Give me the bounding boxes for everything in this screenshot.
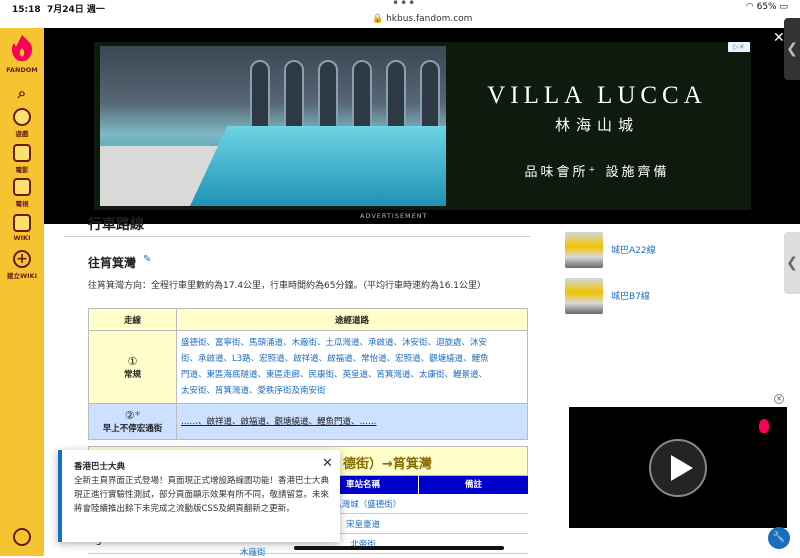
address-bar[interactable]: 🔒 hkbus.fandom.com	[0, 14, 800, 28]
rail-item-tv[interactable]: 電視	[0, 178, 44, 208]
section-divider	[64, 236, 530, 237]
ad-brand-title: VILLA LUCCA	[487, 82, 707, 109]
lock-icon: 🔒	[372, 14, 384, 24]
fandom-logo-icon	[10, 34, 34, 64]
route-variant-express: ②* 早上不停宏通街	[88, 403, 177, 440]
wrench-icon[interactable]: 🔧	[768, 527, 790, 549]
route-roads-express: ……、啟祥道、啟福道、觀塘繞道、鯉魚門道、……	[176, 403, 528, 440]
site-notice-toast: 香港巴士大典 ✕ 全新主頁界面正式登場！頁面現正式增設路線圖功能！香港巴士大典現…	[58, 450, 340, 542]
toast-title: 香港巴士大典	[74, 462, 126, 472]
url-text: 🔒 hkbus.fandom.com	[372, 14, 473, 24]
route-row-regular: ① 常規 盛德街、富寧街、馬頭涌道、木廠街、土瓜灣道、承啟道、沐安街、迴旋處、沐…	[88, 330, 528, 404]
fandom-home-link[interactable]: FANDOM	[0, 34, 44, 74]
user-icon	[13, 528, 31, 546]
street-link[interactable]: 木廠街	[240, 546, 266, 558]
chevron-left-icon: ❮	[786, 255, 798, 271]
related-route-a22[interactable]: 城巴A22線	[565, 232, 765, 270]
gamepad-icon	[13, 108, 31, 126]
rail-item-wiki[interactable]: WIKI	[0, 214, 44, 242]
fandom-brand-label: FANDOM	[6, 66, 38, 74]
ad-close-icon[interactable]: ✕	[773, 30, 785, 46]
film-icon	[13, 144, 31, 162]
bus-thumbnail	[565, 232, 603, 268]
status-right: ◠ 65% ▭	[745, 2, 788, 12]
ad-tagline: 品味會所⁺ 設施齊備	[524, 165, 670, 180]
book-icon	[13, 214, 31, 232]
ad-choices-icon[interactable]: ▷✕	[728, 42, 750, 52]
ad-brand-cn: 林海山城	[554, 116, 639, 134]
ad-label: ADVERTISEMENT	[360, 212, 428, 220]
ad-pool-image[interactable]	[100, 46, 446, 206]
edit-section-icon[interactable]: ✎	[143, 254, 151, 265]
col-remarks: 備註	[419, 476, 528, 494]
direction-title: 往筲箕灣	[88, 256, 137, 270]
close-icon[interactable]: ✕	[322, 456, 333, 471]
route-header-line: 走線	[88, 308, 177, 331]
route-roads-regular: 盛德街、富寧街、馬頭涌道、木廠街、土瓜灣道、承啟道、沐安街、迴旋處、沐安 街、承…	[176, 330, 528, 404]
fandom-global-nav: FANDOM ⌕ 遊戲 電影 電視 WIKI + 建立WIKI	[0, 28, 44, 556]
rail-item-start-wiki[interactable]: + 建立WIKI	[0, 250, 44, 280]
route-header-roads: 途經道路	[176, 308, 528, 331]
route-row-express: ②* 早上不停宏通街 ……、啟祥道、啟福道、觀塘繞道、鯉魚門道、……	[88, 403, 528, 440]
sidebar-expand[interactable]: ❮	[784, 232, 800, 294]
tv-icon	[13, 178, 31, 196]
search-button[interactable]: ⌕	[0, 84, 44, 102]
wifi-icon: ◠	[745, 2, 754, 12]
play-icon[interactable]	[649, 439, 707, 497]
bus-thumbnail	[565, 278, 603, 314]
video-player[interactable]	[569, 407, 787, 528]
related-route-b7[interactable]: 城巴B7線	[565, 278, 765, 316]
rail-item-movies[interactable]: 電影	[0, 144, 44, 174]
user-account-button[interactable]	[0, 528, 44, 548]
toast-body: 全新主頁界面正式登場！頁面現正式增設路線圖功能！香港巴士大典現正進行實驗性測試，…	[74, 476, 330, 514]
ad-brand-panel[interactable]: VILLA LUCCA 林海山城 品味會所⁺ 設施齊備	[448, 46, 746, 206]
home-indicator[interactable]	[294, 546, 504, 550]
route-variant-regular: ① 常規	[88, 330, 177, 404]
section-title: 行車路線	[88, 217, 144, 233]
video-close-icon[interactable]: ✕	[774, 394, 784, 404]
fandom-logo-icon	[759, 419, 769, 433]
battery-icon: ▭	[779, 2, 788, 12]
status-bar: 15:18 7月24日 週一 ••• ◠ 65% ▭	[0, 0, 800, 15]
search-icon: ⌕	[17, 84, 27, 102]
plus-circle-icon: +	[13, 250, 31, 268]
rail-item-games[interactable]: 遊戲	[0, 108, 44, 138]
chevron-left-icon: ❮	[786, 41, 798, 57]
multitask-dots[interactable]: •••	[392, 0, 416, 10]
route-summary: 往筲箕灣方向：全程行車里數約為17.4公里，行車時間約為65分鐘。（平均行車時速…	[88, 281, 487, 291]
route-table: 走線 途經道路 ① 常規 盛德街、富寧街、馬頭涌道、木廠街、土瓜灣道、承啟道、沐…	[88, 308, 528, 440]
sidebar-expand-top[interactable]: ❮	[784, 18, 800, 80]
